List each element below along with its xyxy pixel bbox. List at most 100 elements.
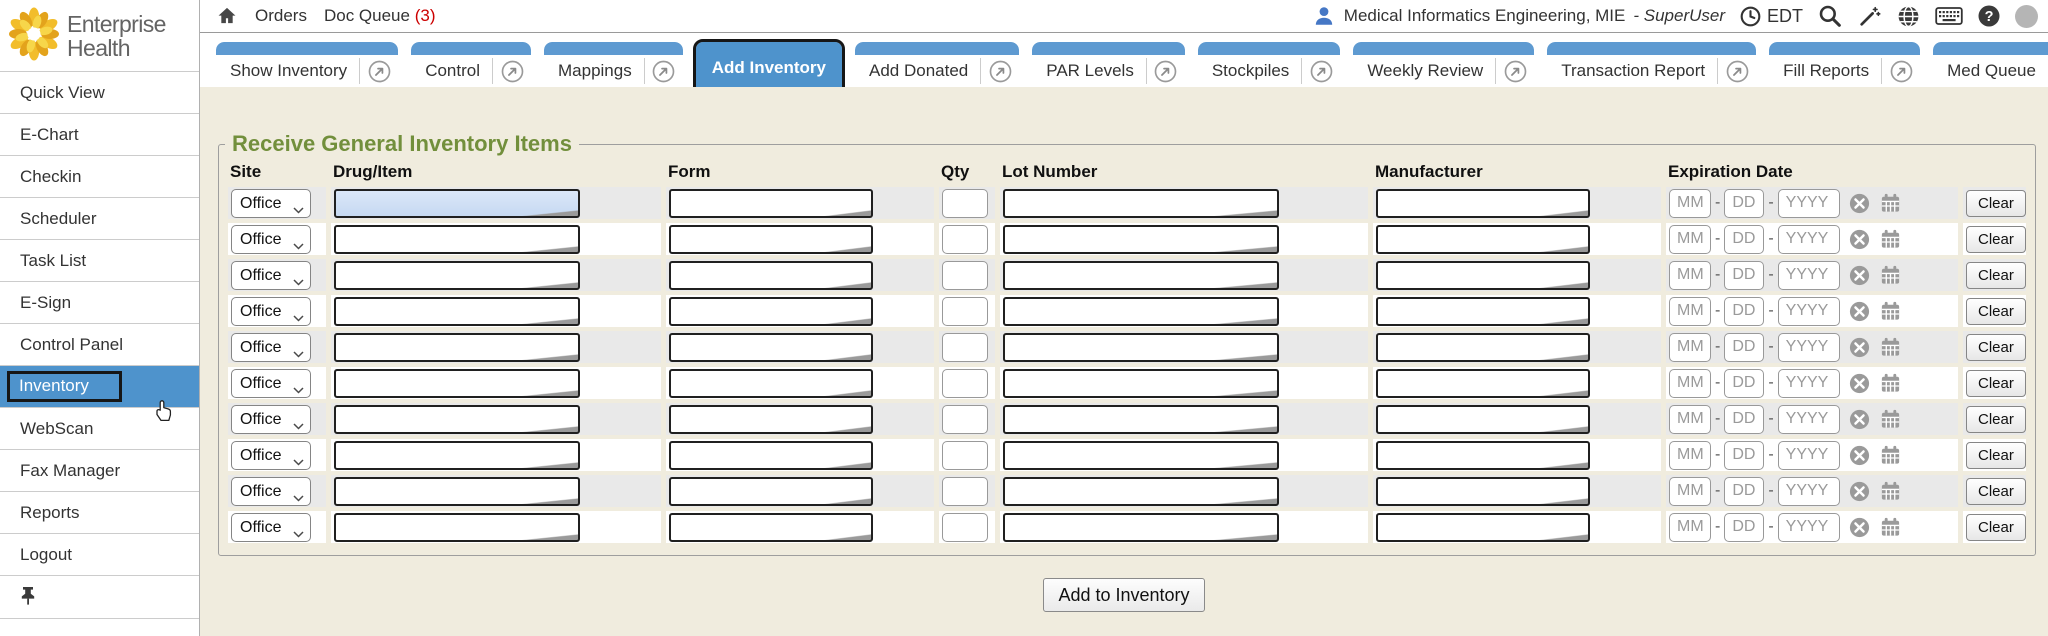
sidebar-item[interactable]: Control Panel [0, 324, 199, 366]
search-icon[interactable] [1817, 3, 1843, 29]
calendar-icon[interactable] [1879, 192, 1902, 215]
qty-input[interactable] [942, 189, 988, 218]
tab[interactable]: Mappings [544, 42, 683, 87]
calendar-icon[interactable] [1879, 264, 1902, 287]
qty-input[interactable] [942, 477, 988, 506]
sidebar-item[interactable]: Task List [0, 240, 199, 282]
globe-icon[interactable] [1896, 4, 1921, 29]
calendar-icon[interactable] [1879, 300, 1902, 323]
clear-date-icon[interactable] [1848, 516, 1871, 539]
site-select[interactable]: Office [231, 297, 311, 326]
clear-row-button[interactable]: Clear [1966, 478, 2026, 505]
exp-month-input[interactable] [1669, 441, 1711, 470]
exp-month-input[interactable] [1669, 333, 1711, 362]
lot-number-input[interactable] [1003, 477, 1279, 506]
exp-year-input[interactable] [1778, 441, 1840, 470]
clear-date-icon[interactable] [1848, 300, 1871, 323]
exp-month-input[interactable] [1669, 513, 1711, 542]
tab[interactable]: PAR Levels [1032, 42, 1185, 87]
open-in-new-icon[interactable] [1882, 59, 1920, 84]
calendar-icon[interactable] [1879, 480, 1902, 503]
site-select[interactable]: Office [231, 477, 311, 506]
form-input[interactable] [669, 261, 873, 290]
drug-item-input[interactable] [334, 369, 580, 398]
exp-day-input[interactable] [1724, 441, 1764, 470]
sidebar-item[interactable]: Scheduler [0, 198, 199, 240]
calendar-icon[interactable] [1879, 516, 1902, 539]
site-select[interactable]: Office [231, 513, 311, 542]
lot-number-input[interactable] [1003, 441, 1279, 470]
site-select[interactable]: Office [231, 189, 311, 218]
exp-month-input[interactable] [1669, 261, 1711, 290]
manufacturer-input[interactable] [1376, 513, 1590, 542]
sidebar-item[interactable]: Quick View [0, 72, 199, 114]
exp-year-input[interactable] [1778, 513, 1840, 542]
drug-item-input[interactable] [334, 513, 580, 542]
sidebar-item[interactable]: Checkin [0, 156, 199, 198]
site-select[interactable]: Office [231, 333, 311, 362]
clear-row-button[interactable]: Clear [1966, 298, 2026, 325]
sidebar-item[interactable]: Inventory [0, 366, 199, 408]
site-select[interactable]: Office [231, 369, 311, 398]
breadcrumb-doc-queue[interactable]: Doc Queue [324, 6, 410, 25]
site-select[interactable]: Office [231, 441, 311, 470]
avatar[interactable] [2015, 5, 2038, 28]
clear-row-button[interactable]: Clear [1966, 406, 2026, 433]
form-input[interactable] [669, 477, 873, 506]
exp-year-input[interactable] [1778, 369, 1840, 398]
manufacturer-input[interactable] [1376, 333, 1590, 362]
clear-row-button[interactable]: Clear [1966, 262, 2026, 289]
exp-month-input[interactable] [1669, 297, 1711, 326]
tab[interactable]: Fill Reports [1769, 42, 1920, 87]
exp-day-input[interactable] [1724, 477, 1764, 506]
exp-day-input[interactable] [1724, 225, 1764, 254]
lot-number-input[interactable] [1003, 225, 1279, 254]
tab[interactable]: Control [411, 42, 531, 87]
exp-year-input[interactable] [1778, 477, 1840, 506]
form-input[interactable] [669, 405, 873, 434]
clear-date-icon[interactable] [1848, 228, 1871, 251]
sidebar-pin-row[interactable] [0, 576, 199, 619]
manufacturer-input[interactable] [1376, 405, 1590, 434]
lot-number-input[interactable] [1003, 513, 1279, 542]
breadcrumb-orders[interactable]: Orders [255, 6, 307, 26]
exp-year-input[interactable] [1778, 405, 1840, 434]
tab[interactable]: Add Inventory [696, 42, 842, 87]
clear-date-icon[interactable] [1848, 444, 1871, 467]
site-select[interactable]: Office [231, 405, 311, 434]
open-in-new-icon[interactable] [981, 59, 1019, 84]
exp-year-input[interactable] [1778, 225, 1840, 254]
drug-item-input[interactable] [334, 225, 580, 254]
clear-date-icon[interactable] [1848, 192, 1871, 215]
exp-month-input[interactable] [1669, 225, 1711, 254]
manufacturer-input[interactable] [1376, 261, 1590, 290]
form-input[interactable] [669, 189, 873, 218]
calendar-icon[interactable] [1879, 408, 1902, 431]
clear-date-icon[interactable] [1848, 408, 1871, 431]
exp-month-input[interactable] [1669, 405, 1711, 434]
exp-year-input[interactable] [1778, 333, 1840, 362]
open-in-new-icon[interactable] [1496, 59, 1534, 84]
exp-day-input[interactable] [1724, 297, 1764, 326]
exp-month-input[interactable] [1669, 477, 1711, 506]
qty-input[interactable] [942, 405, 988, 434]
qty-input[interactable] [942, 297, 988, 326]
tab[interactable]: Add Donated [855, 42, 1019, 87]
exp-month-input[interactable] [1669, 189, 1711, 218]
wand-icon[interactable] [1857, 4, 1882, 29]
clear-date-icon[interactable] [1848, 264, 1871, 287]
manufacturer-input[interactable] [1376, 225, 1590, 254]
clear-row-button[interactable]: Clear [1966, 514, 2026, 541]
drug-item-input[interactable] [334, 477, 580, 506]
exp-day-input[interactable] [1724, 261, 1764, 290]
form-input[interactable] [669, 297, 873, 326]
form-input[interactable] [669, 513, 873, 542]
lot-number-input[interactable] [1003, 333, 1279, 362]
open-in-new-icon[interactable] [1147, 59, 1185, 84]
site-select[interactable]: Office [231, 225, 311, 254]
drug-item-input[interactable] [334, 189, 580, 218]
qty-input[interactable] [942, 225, 988, 254]
exp-year-input[interactable] [1778, 189, 1840, 218]
form-input[interactable] [669, 369, 873, 398]
drug-item-input[interactable] [334, 333, 580, 362]
